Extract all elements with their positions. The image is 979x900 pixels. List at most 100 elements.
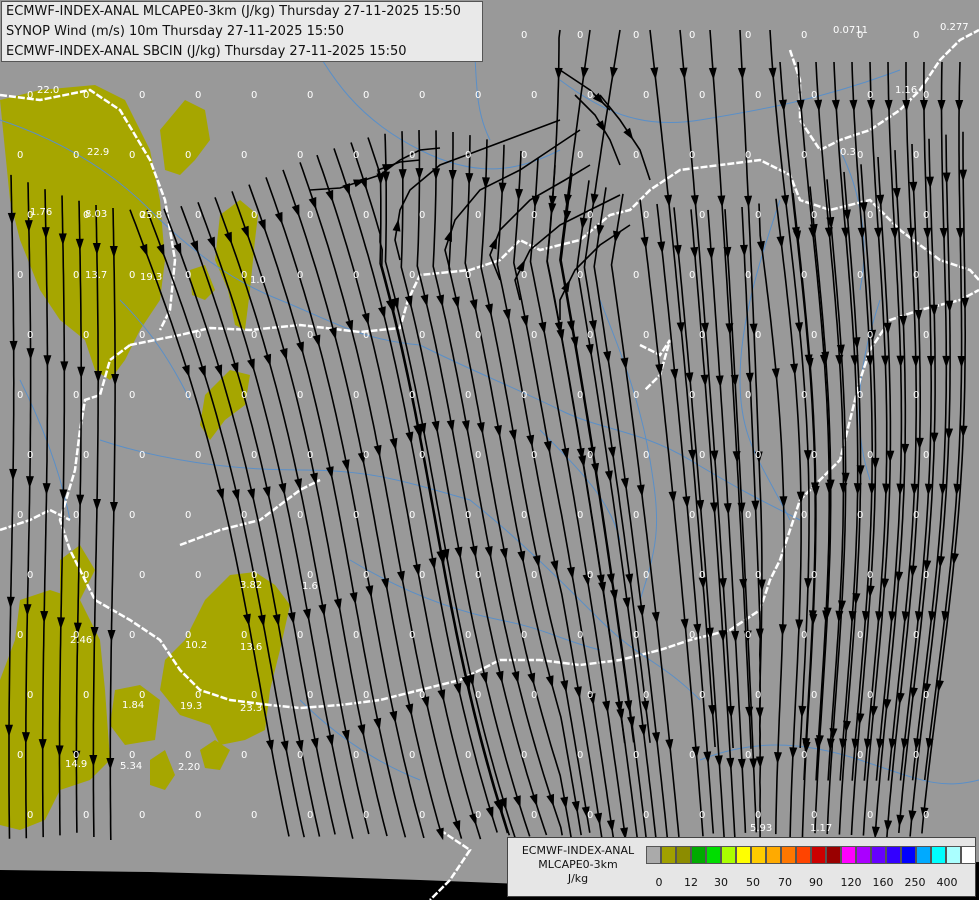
cin-zero-label: 0 [185, 390, 191, 401]
cin-zero-label: 0 [531, 210, 537, 221]
cin-zero-label: 0 [129, 630, 135, 641]
cin-zero-label: 0 [241, 390, 247, 401]
cin-zero-label: 0 [353, 270, 359, 281]
cin-zero-label: 0 [689, 150, 695, 161]
cin-zero-label: 0 [353, 390, 359, 401]
cin-zero-label: 0 [363, 810, 369, 821]
cin-zero-label: 0 [27, 90, 33, 101]
cin-zero-label: 0 [577, 150, 583, 161]
cin-zero-label: 0 [633, 150, 639, 161]
cin-zero-label: 0 [689, 510, 695, 521]
cin-zero-label: 0 [923, 570, 929, 581]
cin-zero-label: 0 [633, 270, 639, 281]
cin-zero-label: 0 [811, 210, 817, 221]
cin-zero-label: 0 [27, 330, 33, 341]
cin-zero-label: 0 [353, 510, 359, 521]
legend-tick-label: 50 [746, 876, 760, 889]
cin-zero-label: 0 [297, 750, 303, 761]
cin-zero-label: 0 [409, 630, 415, 641]
cape-value-label: 1.84 [122, 700, 144, 711]
cin-zero-label: 0 [531, 810, 537, 821]
cin-zero-label: 0 [475, 810, 481, 821]
cin-zero-label: 0 [531, 570, 537, 581]
cin-zero-label: 0 [465, 150, 471, 161]
cin-zero-label: 0 [83, 810, 89, 821]
cin-zero-label: 0 [801, 390, 807, 401]
cin-zero-label: 0 [867, 450, 873, 461]
cape-value-label: 1.76 [30, 207, 52, 218]
cin-zero-label: 0 [923, 90, 929, 101]
cin-zero-label: 0 [923, 810, 929, 821]
cin-zero-label: 0 [195, 90, 201, 101]
cin-zero-label: 0 [699, 570, 705, 581]
cin-zero-label: 0 [129, 270, 135, 281]
cin-zero-label: 0 [699, 450, 705, 461]
cin-zero-label: 0 [577, 630, 583, 641]
cape-value-label: 0.277 [940, 22, 969, 33]
cin-zero-label: 0 [83, 90, 89, 101]
cin-zero-label: 0 [867, 330, 873, 341]
cin-zero-label: 0 [913, 750, 919, 761]
cin-zero-label: 0 [633, 390, 639, 401]
legend-tick-label: 30 [714, 876, 728, 889]
legend-swatch [961, 846, 976, 864]
cin-zero-label: 0 [689, 630, 695, 641]
cin-zero-label: 0 [17, 510, 23, 521]
cin-zero-label: 0 [251, 450, 257, 461]
cin-zero-label: 0 [745, 510, 751, 521]
cin-zero-label: 0 [913, 150, 919, 161]
cin-zero-label: 0 [409, 270, 415, 281]
cin-zero-label: 0 [643, 690, 649, 701]
cin-zero-label: 0 [699, 810, 705, 821]
cin-zero-label: 0 [521, 510, 527, 521]
cin-zero-label: 0 [689, 750, 695, 761]
cin-zero-label: 0 [857, 270, 863, 281]
cin-zero-label: 0 [913, 270, 919, 281]
cin-zero-label: 0 [83, 570, 89, 581]
legend-tick-label: 120 [840, 876, 862, 889]
cin-zero-label: 0 [633, 30, 639, 41]
cape-value-label: 2.20 [178, 762, 200, 773]
cin-zero-label: 0 [353, 630, 359, 641]
cin-zero-label: 0 [251, 810, 257, 821]
cape-value-label: 23.3 [240, 703, 262, 714]
cin-zero-label: 0 [419, 450, 425, 461]
cin-zero-label: 0 [811, 690, 817, 701]
cin-zero-label: 0 [363, 570, 369, 581]
cape-value-label: 1.0 [250, 275, 266, 286]
cin-zero-label: 0 [867, 90, 873, 101]
cin-zero-label: 0 [419, 570, 425, 581]
cin-zero-label: 0 [475, 690, 481, 701]
legend-swatch [826, 846, 841, 864]
cin-zero-label: 0 [419, 330, 425, 341]
cin-zero-label: 0 [755, 690, 761, 701]
map-title-box: ECMWF-INDEX-ANAL MLCAPE0-3km (J/kg) Thur… [1, 1, 483, 62]
cin-zero-label: 0 [241, 630, 247, 641]
cin-zero-label: 0 [577, 270, 583, 281]
cin-zero-label: 0 [27, 570, 33, 581]
cin-zero-label: 0 [755, 330, 761, 341]
legend-tick-label: 70 [778, 876, 792, 889]
cin-zero-label: 0 [587, 450, 593, 461]
cin-zero-label: 0 [251, 690, 257, 701]
cin-zero-label: 0 [867, 210, 873, 221]
cin-zero-label: 0 [923, 330, 929, 341]
cin-zero-label: 0 [521, 630, 527, 641]
legend-swatch [916, 846, 931, 864]
cape-value-label: 1.6 [302, 581, 318, 592]
cape-value-label: 13.7 [85, 270, 107, 281]
cin-zero-label: 0 [475, 450, 481, 461]
cape-value-label: 2.46 [70, 635, 92, 646]
cape-value-label: 14.9 [65, 759, 87, 770]
legend-swatch [841, 846, 856, 864]
cin-zero-label: 0 [419, 810, 425, 821]
cin-zero-label: 0 [923, 210, 929, 221]
cin-zero-label: 0 [409, 390, 415, 401]
legend-title-param: MLCAPE0-3km [538, 858, 618, 871]
cin-zero-label: 0 [531, 450, 537, 461]
color-legend: ECMWF-INDEX-ANAL MLCAPE0-3km J/kg 0 12 30 5… [507, 837, 976, 897]
cin-zero-label: 0 [811, 450, 817, 461]
cin-zero-label: 0 [857, 390, 863, 401]
cin-zero-label: 0 [139, 450, 145, 461]
cin-zero-label: 0 [17, 750, 23, 761]
